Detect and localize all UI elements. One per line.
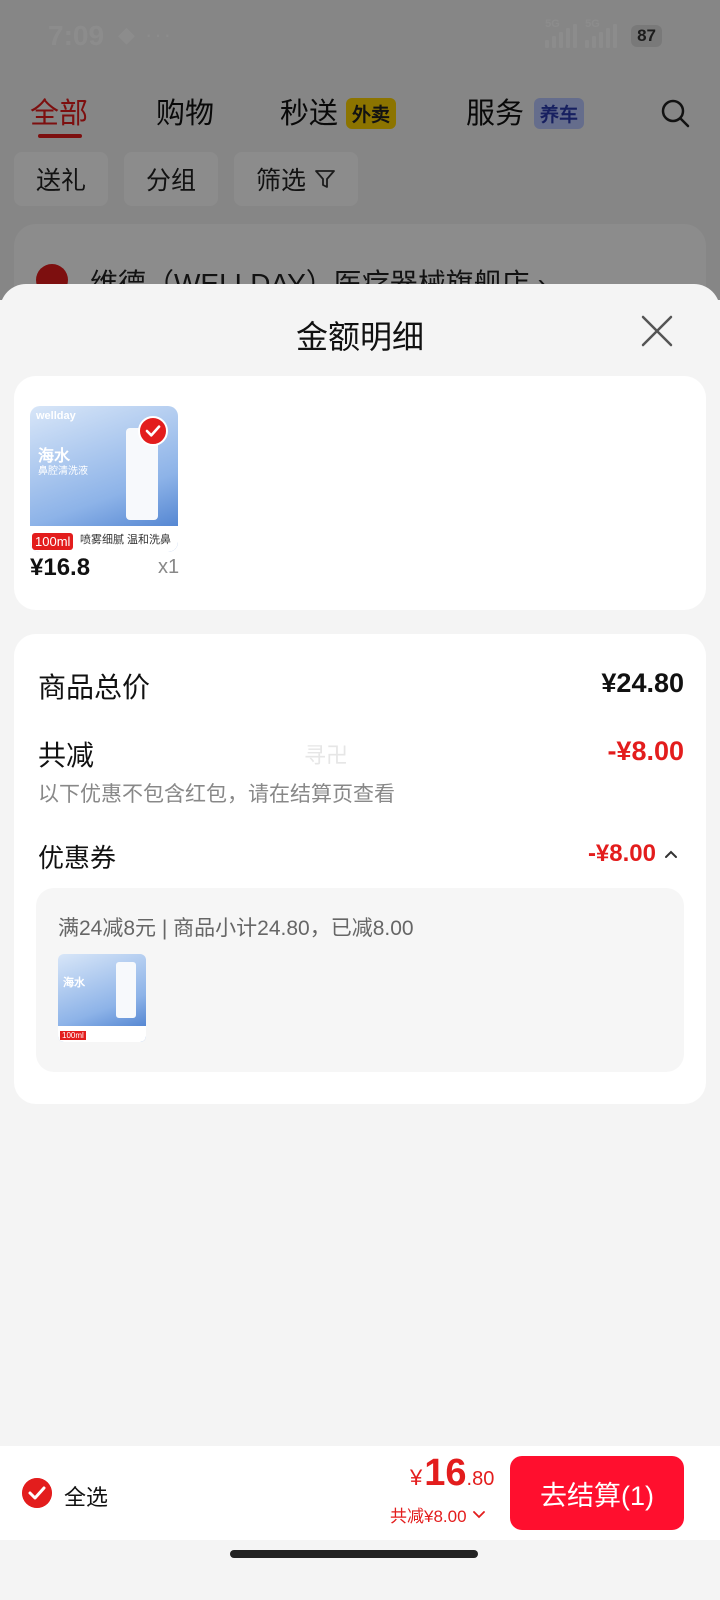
coupon-product-volume-badge: 100ml bbox=[60, 1031, 86, 1040]
total-amount: ¥ 16 .80 bbox=[410, 1452, 494, 1495]
discount-note: 以下优惠不包含红包，请在结算页查看 bbox=[38, 783, 395, 806]
coupon-detail-box: 满24减8元 | 商品小计24.80，已减8.00 海水 100ml bbox=[36, 888, 684, 1072]
select-all-label[interactable]: 全选 bbox=[64, 1480, 108, 1512]
product-image[interactable]: wellday 海水 鼻腔清洗液 100ml 喷雾细腻 温和洗鼻 bbox=[30, 406, 178, 552]
coupon-product-bottle bbox=[116, 962, 136, 1018]
coupon-product-image-title: 海水 bbox=[63, 977, 85, 989]
product-image-tag: 喷雾细腻 温和洗鼻 bbox=[80, 534, 172, 546]
chevron-up-icon bbox=[665, 850, 677, 858]
home-indicator[interactable] bbox=[230, 1550, 478, 1558]
price-summary-card: 商品总价 ¥24.80 共减 寻卍 -¥8.00 以下优惠不包含红包，请在结算页… bbox=[14, 634, 706, 1104]
close-icon[interactable] bbox=[640, 314, 674, 348]
reduction-value: -¥8.00 bbox=[607, 736, 684, 766]
total-price-label: 商品总价 bbox=[38, 672, 151, 703]
checkout-button[interactable]: 去结算(1) bbox=[510, 1456, 684, 1530]
coupon-value: -¥8.00 bbox=[587, 840, 656, 867]
sheet-title: 金额明细 bbox=[295, 319, 424, 355]
total-amount-integer: 16 bbox=[424, 1452, 467, 1494]
product-brand-logo: wellday bbox=[36, 410, 76, 422]
amount-detail-sheet: 金额明细 wellday 海水 鼻腔清洗液 100ml 喷雾细腻 温和洗鼻 ¥1… bbox=[0, 284, 720, 1600]
coupon-description: 满24减8元 | 商品小计24.80，已减8.00 bbox=[58, 917, 414, 940]
total-currency: ¥ bbox=[410, 1465, 423, 1490]
watermark: 寻卍 bbox=[304, 743, 349, 768]
product-price: ¥16.8 bbox=[30, 554, 91, 581]
total-price-value: ¥24.80 bbox=[601, 668, 684, 698]
product-volume-badge: 100ml bbox=[32, 533, 74, 550]
total-amount-decimal: .80 bbox=[466, 1468, 495, 1490]
reduction-label: 共减 bbox=[38, 740, 95, 771]
product-image-subtitle: 鼻腔清洗液 bbox=[38, 466, 88, 477]
coupon-product-image[interactable]: 海水 100ml bbox=[58, 954, 146, 1042]
checkout-bar: 全选 ¥ 16 .80 共减¥8.00 去结算(1) bbox=[0, 1446, 720, 1540]
reduction-summary-text: 共减¥8.00 bbox=[390, 1507, 467, 1526]
coupon-label: 优惠券 bbox=[38, 843, 117, 873]
chevron-down-icon bbox=[472, 1510, 485, 1518]
product-quantity: x1 bbox=[158, 556, 180, 578]
product-card: wellday 海水 鼻腔清洗液 100ml 喷雾细腻 温和洗鼻 ¥16.8 x… bbox=[14, 376, 706, 610]
reduction-summary[interactable]: 共减¥8.00 bbox=[390, 1502, 485, 1527]
product-check-icon bbox=[138, 416, 168, 446]
select-all-check-icon[interactable] bbox=[22, 1478, 52, 1508]
modal-overlay[interactable] bbox=[0, 0, 720, 300]
coupon-toggle[interactable]: -¥8.00 bbox=[588, 840, 678, 868]
